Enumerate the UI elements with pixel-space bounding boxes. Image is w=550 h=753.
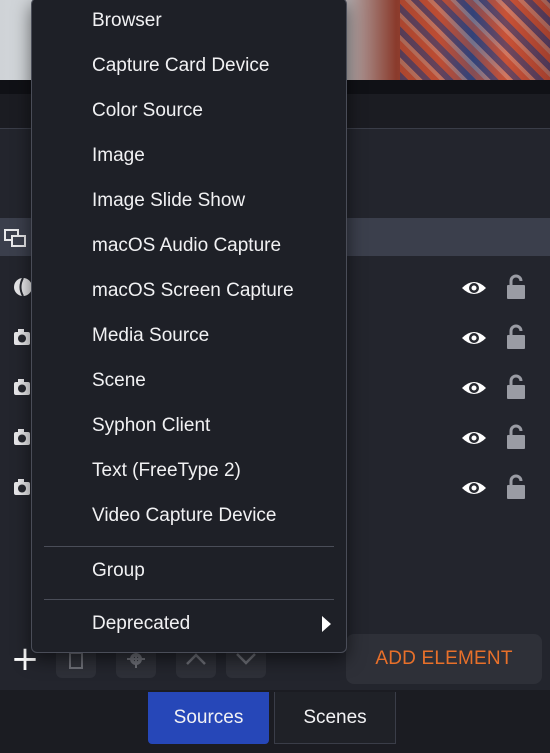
menu-item-image-slide-show[interactable]: Image Slide Show <box>92 181 245 221</box>
menu-item-capture-card-device[interactable]: Capture Card Device <box>92 46 269 86</box>
app-window: + ADD ELEMENT Sources Scenes Browser Cap… <box>0 0 550 753</box>
menu-item-browser[interactable]: Browser <box>92 1 162 41</box>
lock-icon[interactable] <box>505 474 527 500</box>
menu-item-image[interactable]: Image <box>92 136 145 176</box>
menu-item-text-freetype2[interactable]: Text (FreeType 2) <box>92 451 241 491</box>
menu-item-macos-audio-capture[interactable]: macOS Audio Capture <box>92 226 281 266</box>
chevron-down-icon <box>236 653 256 665</box>
menu-separator <box>44 599 334 600</box>
visibility-eye-icon[interactable] <box>460 427 488 449</box>
visibility-eye-icon[interactable] <box>460 327 488 349</box>
lock-icon[interactable] <box>505 424 527 450</box>
add-element-button[interactable]: ADD ELEMENT <box>346 634 542 684</box>
menu-item-group[interactable]: Group <box>92 551 145 591</box>
visibility-eye-icon[interactable] <box>460 477 488 499</box>
menu-item-video-capture-device[interactable]: Video Capture Device <box>92 496 276 536</box>
lock-icon[interactable] <box>505 324 527 350</box>
submenu-arrow-icon <box>320 615 332 633</box>
tab-scenes[interactable]: Scenes <box>274 692 396 744</box>
menu-item-color-source[interactable]: Color Source <box>92 91 203 131</box>
chevron-up-icon <box>186 653 206 665</box>
tab-sources[interactable]: Sources <box>148 692 269 744</box>
lock-icon[interactable] <box>505 374 527 400</box>
menu-item-deprecated[interactable]: Deprecated <box>92 604 190 644</box>
dock-tab-bar: Sources Scenes <box>0 690 550 753</box>
menu-item-syphon-client[interactable]: Syphon Client <box>92 406 210 446</box>
add-source-menu: Browser Capture Card Device Color Source… <box>31 0 347 653</box>
group-windows-icon <box>4 227 28 249</box>
menu-item-scene[interactable]: Scene <box>92 361 146 401</box>
menu-item-media-source[interactable]: Media Source <box>92 316 209 356</box>
menu-item-macos-screen-capture[interactable]: macOS Screen Capture <box>92 271 294 311</box>
lock-icon[interactable] <box>505 274 527 300</box>
menu-separator <box>44 546 334 547</box>
visibility-eye-icon[interactable] <box>460 377 488 399</box>
visibility-eye-icon[interactable] <box>460 277 488 299</box>
